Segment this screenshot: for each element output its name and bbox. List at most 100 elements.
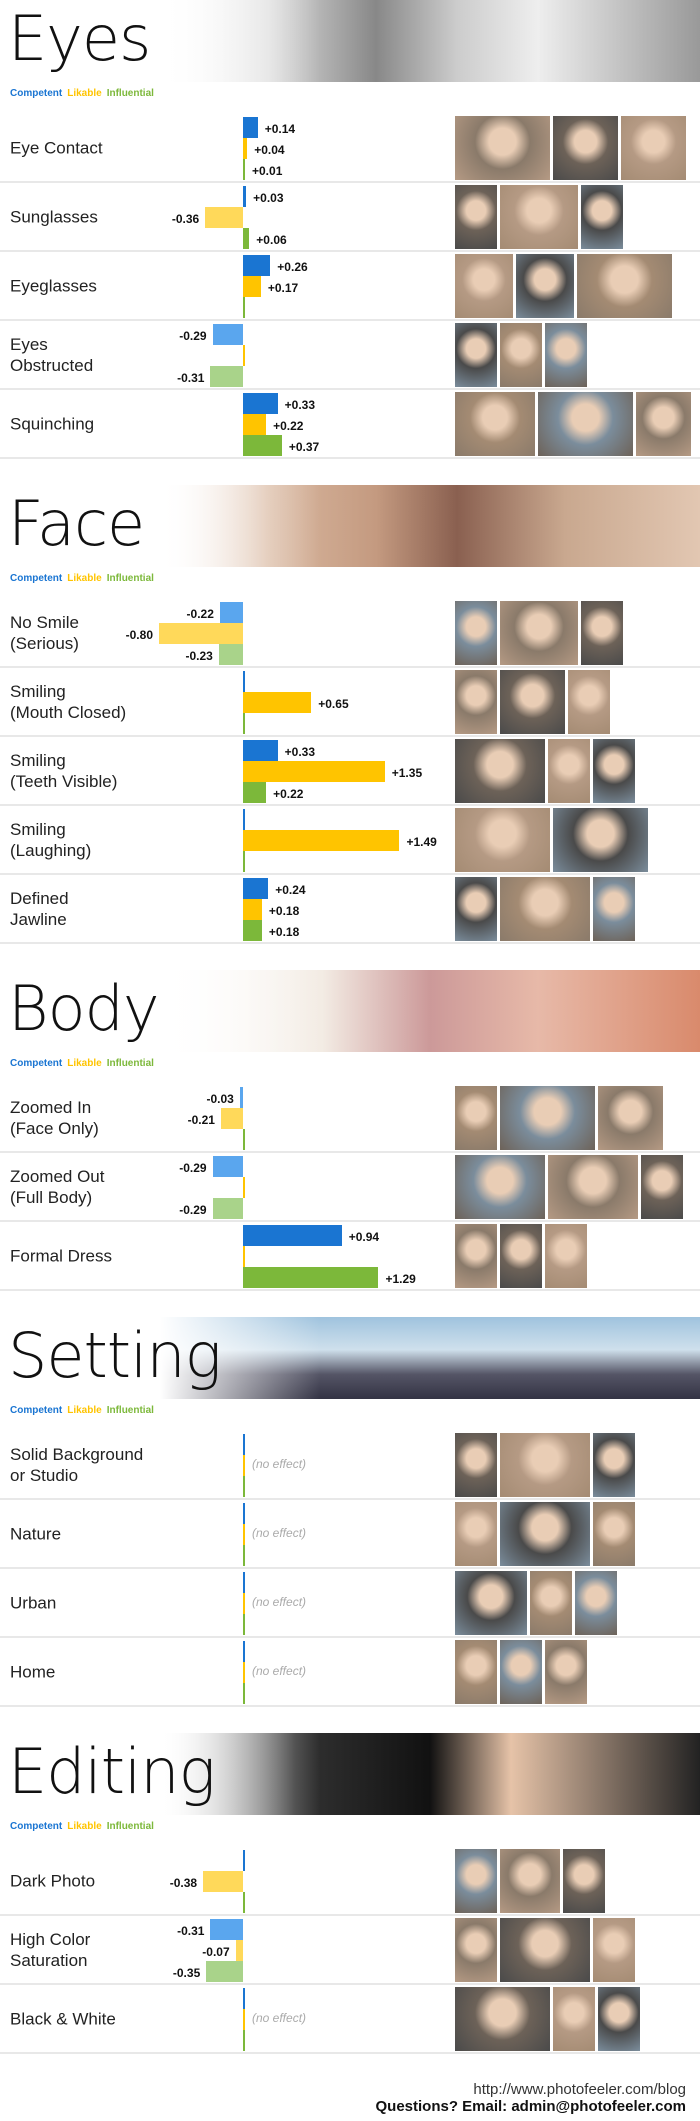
section-editing: Editing Competent Likable Influential Dark P… — [0, 1733, 700, 2080]
bar-influential — [243, 1267, 379, 1288]
row-label: Home — [10, 1662, 56, 1681]
value-label-influential: +0.18 — [268, 925, 300, 939]
value-label-competent: -0.29 — [179, 329, 207, 343]
example-photos — [455, 1224, 587, 1288]
chart-row: Eyeglasses +0.26 +0.17 — [0, 252, 700, 321]
bar-influential — [243, 851, 245, 872]
header-image — [160, 1733, 700, 1815]
row-label: Sunglasses — [10, 207, 98, 226]
section-title: Editing — [8, 1735, 216, 1808]
blog-link[interactable]: http://www.photofeeler.com/blog — [375, 2081, 686, 2098]
bar-likable — [243, 276, 261, 297]
value-label-likable: -0.07 — [202, 1945, 230, 1959]
legend-influential: Influential — [106, 573, 154, 584]
chart-row: High Color Saturation -0.31 -0.07 -0.35 — [0, 1916, 700, 1985]
chart-row: Eyes Obstructed -0.29 -0.31 — [0, 321, 700, 390]
row-label: Defined Jawline — [10, 888, 69, 929]
section-header: Editing — [0, 1733, 700, 1815]
example-photo — [455, 739, 545, 803]
bar-competent — [243, 1434, 245, 1455]
example-photos — [455, 1155, 683, 1219]
bar-influential — [243, 1129, 245, 1150]
example-photo — [455, 1640, 497, 1704]
chart-row: Sunglasses +0.03 -0.36 +0.06 — [0, 183, 700, 252]
legend-influential: Influential — [106, 1821, 154, 1832]
example-photos — [455, 185, 623, 249]
example-photo — [455, 1155, 545, 1219]
example-photo — [500, 1086, 595, 1150]
chart-row: Smiling (Mouth Closed) +0.65 — [0, 668, 700, 737]
bar-influential — [243, 1545, 245, 1566]
bar-likable — [243, 2009, 245, 2030]
legend-competent: Competent — [10, 573, 63, 584]
section-header: Body — [0, 970, 700, 1052]
bar-influential — [243, 159, 245, 180]
header-image — [160, 0, 700, 82]
bar-competent — [243, 740, 278, 761]
example-photo — [516, 254, 574, 318]
example-photo — [455, 1086, 497, 1150]
example-photo — [500, 877, 590, 941]
bar-competent — [243, 1503, 245, 1524]
value-label-competent: +0.94 — [348, 1230, 380, 1244]
example-photo — [545, 1640, 587, 1704]
bar-influential — [218, 644, 243, 665]
value-label-likable: +0.18 — [268, 904, 300, 918]
legend-competent: Competent — [10, 88, 63, 99]
row-label: Nature — [10, 1524, 62, 1543]
value-label-likable: -0.80 — [125, 628, 153, 642]
bar-likable — [235, 1940, 243, 1961]
contact-email[interactable]: Questions? Email: admin@photofeeler.com — [375, 2098, 686, 2115]
example-photos — [455, 877, 635, 941]
legend-likable: Likable — [67, 88, 102, 99]
legend: Competent Likable Influential — [0, 1399, 700, 1431]
example-photo — [548, 1155, 638, 1219]
example-photos — [455, 116, 686, 180]
example-photos — [455, 1640, 587, 1704]
chart-row: Smiling (Laughing) +1.49 — [0, 806, 700, 875]
bar-influential — [243, 228, 250, 249]
infographic: Eyes Competent Likable Influential Eye Conta… — [0, 0, 700, 2080]
value-label-likable: +0.65 — [318, 697, 349, 711]
example-photo — [455, 254, 513, 318]
chart-row: No Smile (Serious) -0.22 -0.80 -0.23 — [0, 599, 700, 668]
bar-likable — [205, 207, 243, 228]
row-label: High Color Saturation — [10, 1929, 91, 1970]
example-photo — [548, 739, 590, 803]
value-label-likable: +0.04 — [254, 143, 285, 157]
bar-likable — [243, 1455, 245, 1476]
header-image — [160, 970, 700, 1052]
chart-row: Dark Photo -0.38 — [0, 1847, 700, 1916]
example-photo — [455, 1224, 497, 1288]
bar-competent — [243, 671, 245, 692]
example-photo — [500, 323, 542, 387]
value-label-influential: -0.31 — [177, 371, 205, 385]
example-photo — [553, 808, 648, 872]
row-label: Eyeglasses — [10, 276, 97, 295]
example-photo — [575, 1571, 617, 1635]
row-label: Dark Photo — [10, 1871, 96, 1890]
value-label-competent: +0.14 — [264, 122, 296, 136]
bar-competent — [243, 117, 258, 138]
example-photo — [553, 116, 618, 180]
legend: Competent Likable Influential — [0, 1815, 700, 1847]
chart-row: Eye Contact +0.14 +0.04 +0.01 — [0, 114, 700, 183]
example-photo — [455, 808, 550, 872]
bar-influential — [243, 1892, 245, 1913]
chart-row: Home (no effect) — [0, 1638, 700, 1707]
bar-competent — [243, 1988, 245, 2009]
example-photo — [455, 1987, 550, 2051]
value-label-competent: -0.31 — [177, 1924, 205, 1938]
bar-likable — [243, 138, 248, 159]
bar-likable — [243, 1662, 245, 1683]
section-title: Eyes — [8, 2, 151, 75]
example-photo — [500, 185, 578, 249]
section-header: Eyes — [0, 0, 700, 82]
section-body: Body Competent Likable Influential Zoomed In… — [0, 970, 700, 1317]
value-label-competent: +0.03 — [253, 191, 284, 205]
example-photo — [455, 1571, 527, 1635]
example-photo — [500, 601, 578, 665]
no-effect-note: (no effect) — [252, 2011, 307, 2025]
bar-likable — [243, 899, 262, 920]
value-label-competent: -0.22 — [186, 607, 214, 621]
